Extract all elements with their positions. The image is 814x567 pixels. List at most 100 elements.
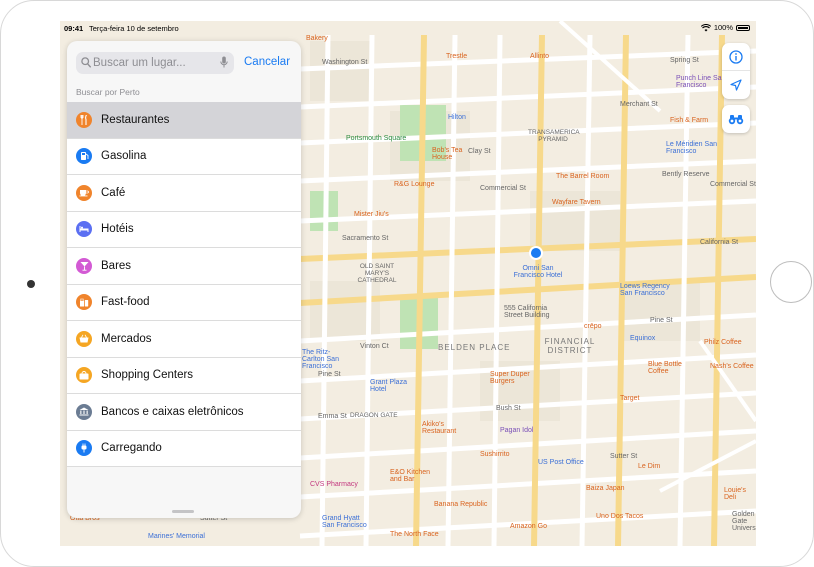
poi[interactable]: Marines' Memorial — [148, 533, 205, 540]
poi[interactable]: Wayfare Tavern — [552, 199, 601, 206]
poi[interactable]: Hilton — [448, 114, 466, 121]
status-time: 09:41 — [64, 24, 84, 33]
poi[interactable]: Grand Hyatt San Francisco — [322, 515, 372, 529]
poi[interactable]: Le Dim — [638, 463, 660, 470]
search-row: Buscar um lugar... Cancelar — [76, 52, 292, 74]
location-arrow-icon — [730, 79, 742, 91]
poi[interactable]: Sushirrito — [480, 451, 510, 458]
poi[interactable]: Trestle — [446, 53, 467, 60]
street-label: Sacramento St — [342, 235, 389, 242]
category-label: Mercados — [101, 332, 152, 345]
binoculars-icon — [728, 115, 744, 125]
poi[interactable]: Target — [620, 395, 639, 402]
poi[interactable]: Nash's Coffee — [710, 363, 754, 370]
fast-food-icon — [76, 294, 92, 311]
location-button[interactable] — [722, 71, 750, 99]
poi[interactable]: Loews Regency San Francisco — [620, 283, 680, 297]
poi[interactable]: Equinox — [630, 335, 655, 342]
poi[interactable]: US Post Office — [538, 459, 584, 466]
street-label: Emma St — [318, 413, 347, 420]
district-label: BELDEN PLACE — [438, 343, 511, 352]
microphone-icon[interactable] — [220, 56, 228, 69]
cancel-button[interactable]: Cancelar — [244, 56, 290, 68]
poi[interactable]: Portsmouth Square — [346, 135, 406, 142]
poi[interactable]: Pagan Idol — [500, 427, 533, 434]
poi[interactable]: Banana Republic — [434, 501, 487, 508]
map-controls — [722, 43, 750, 99]
fuel-icon — [76, 148, 92, 165]
category-list: Restaurantes Gasolina Café Hotéis Bares … — [67, 102, 301, 467]
category-label: Café — [101, 186, 126, 199]
screen: Washington St Clay St Commercial St Sacr… — [60, 21, 756, 546]
info-button[interactable] — [722, 43, 750, 71]
poi[interactable]: Fish & Farm — [670, 117, 708, 124]
front-camera — [27, 280, 35, 288]
poi[interactable]: Le Méridien San Francisco — [666, 141, 722, 155]
poi[interactable]: The Ritz-Carlton San Francisco — [302, 349, 352, 370]
poi[interactable]: Uno Dos Tacos — [596, 513, 643, 520]
category-hotels[interactable]: Hotéis — [67, 211, 301, 248]
poi[interactable]: CVS Pharmacy — [310, 481, 358, 488]
search-input[interactable]: Buscar um lugar... — [93, 57, 186, 69]
street-label: Bush St — [496, 405, 521, 412]
category-banks[interactable]: Bancos e caixas eletrônicos — [67, 394, 301, 431]
section-title: Buscar por Perto — [76, 87, 140, 97]
poi[interactable]: Mister Jiu's — [354, 211, 389, 218]
status-right: 100% — [700, 23, 750, 32]
status-date: Terça-feira 10 de setembro — [89, 24, 179, 33]
status-bar: 09:41 Terça-feira 10 de setembro 100% — [60, 21, 756, 35]
poi[interactable]: The North Face — [390, 531, 439, 538]
coffee-cup-icon — [76, 184, 92, 201]
street-label: Spring St — [670, 57, 699, 64]
poi[interactable]: Akiko's Restaurant — [422, 421, 470, 435]
poi[interactable]: Allinto — [530, 53, 549, 60]
category-label: Hotéis — [101, 223, 134, 236]
category-coffee[interactable]: Café — [67, 175, 301, 212]
poi[interactable]: Bakery — [306, 35, 328, 42]
poi[interactable]: Amazon Go — [510, 523, 547, 530]
poi[interactable]: E&O Kitchen and Bar — [390, 469, 434, 483]
landmark-label: OLD SAINT MARY'S CATHEDRAL — [357, 263, 397, 284]
battery-percent: 100% — [713, 23, 733, 32]
poi[interactable]: Super Duper Burgers — [490, 371, 540, 385]
search-panel: Buscar um lugar... Cancelar Buscar por P… — [67, 41, 301, 518]
poi[interactable]: Blue Bottle Coffee — [648, 361, 694, 375]
category-charging[interactable]: Carregando — [67, 430, 301, 467]
poi[interactable]: Bently Reserve — [662, 171, 709, 178]
ipad-frame: Washington St Clay St Commercial St Sacr… — [0, 0, 814, 567]
poi[interactable]: The Barrel Room — [556, 173, 609, 180]
category-label: Fast-food — [101, 296, 150, 309]
poi[interactable]: Omni San Francisco Hotel — [508, 265, 568, 279]
category-shopping[interactable]: Shopping Centers — [67, 357, 301, 394]
battery-icon — [736, 24, 750, 31]
search-field[interactable]: Buscar um lugar... — [76, 52, 234, 74]
poi[interactable]: R&G Lounge — [394, 181, 434, 188]
category-label: Carregando — [101, 442, 162, 455]
district-label: FINANCIAL DISTRICT — [544, 337, 596, 355]
poi[interactable]: Baiza Japan — [586, 485, 625, 492]
category-restaurants[interactable]: Restaurantes — [67, 102, 301, 139]
category-bars[interactable]: Bares — [67, 248, 301, 285]
street-label: California St — [700, 239, 739, 246]
category-gas[interactable]: Gasolina — [67, 138, 301, 175]
poi[interactable]: 555 California Street Building — [504, 305, 558, 319]
category-groceries[interactable]: Mercados — [67, 321, 301, 358]
category-label: Shopping Centers — [101, 369, 194, 382]
category-label: Bares — [101, 259, 132, 272]
user-location-dot — [531, 248, 541, 258]
poi[interactable]: Philz Coffee — [704, 339, 742, 346]
category-label: Gasolina — [101, 150, 147, 163]
poi[interactable]: Louie's Deli — [724, 487, 756, 501]
lookaround-button[interactable] — [722, 105, 750, 133]
wifi-icon — [700, 23, 711, 31]
panel-grabber[interactable] — [172, 510, 194, 513]
poi[interactable]: Bob's Tea House — [432, 147, 472, 161]
category-label: Bancos e caixas eletrônicos — [101, 405, 244, 418]
poi[interactable]: crēpo — [584, 323, 602, 330]
poi[interactable]: Golden Gate University — [732, 511, 756, 532]
street-label: Pine St — [650, 317, 673, 324]
poi[interactable]: Grant Plaza Hotel — [370, 379, 410, 393]
home-button[interactable] — [770, 261, 812, 303]
category-fast-food[interactable]: Fast-food — [67, 284, 301, 321]
category-label: Restaurantes — [101, 113, 170, 126]
